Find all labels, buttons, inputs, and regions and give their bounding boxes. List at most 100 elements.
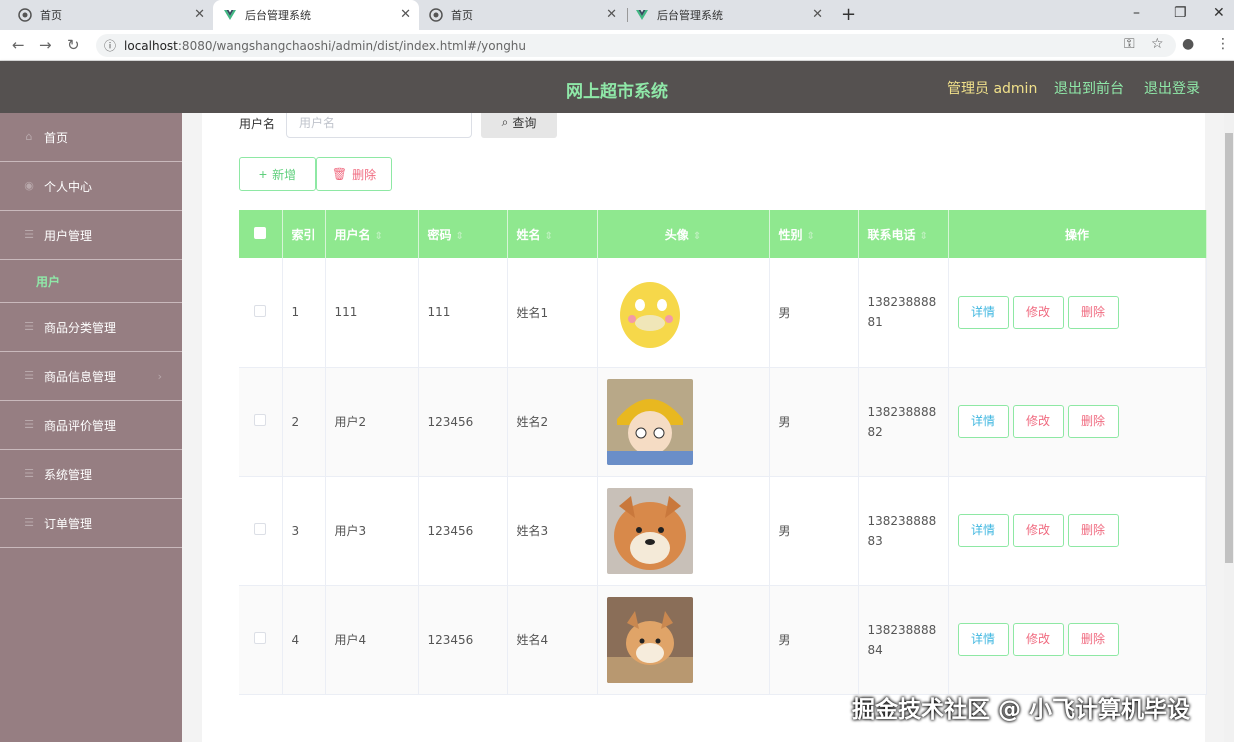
window-close-icon[interactable]: ✕ — [1213, 5, 1225, 21]
close-tab-icon[interactable]: ✕ — [812, 7, 823, 22]
cell-index: 1 — [282, 258, 326, 368]
row-checkbox-cell[interactable] — [239, 367, 283, 477]
browser-tab-1[interactable]: 首页 ✕ — [8, 0, 213, 30]
back-icon[interactable]: ← — [12, 36, 25, 54]
avatar-image — [606, 378, 693, 465]
header-username[interactable]: 用户名 ⇕ — [325, 210, 419, 258]
edit-button[interactable]: 修改 — [1012, 514, 1064, 547]
sort-icon[interactable]: ⇕ — [920, 231, 928, 242]
menu-icon: ☰ — [24, 418, 34, 431]
front-link[interactable]: 退出到前台 — [1054, 78, 1124, 98]
sort-icon[interactable]: ⇕ — [545, 231, 553, 242]
avatar-image — [606, 487, 693, 574]
new-tab-icon[interactable]: + — [841, 4, 856, 25]
row-checkbox[interactable] — [254, 304, 267, 317]
row-checkbox[interactable] — [254, 523, 267, 535]
detail-button[interactable]: 详情 — [957, 405, 1009, 438]
sidebar-item-home[interactable]: ⌂ 首页 — [0, 113, 182, 162]
sidebar-item-order-management[interactable]: ☰ 订单管理 — [0, 499, 182, 548]
reload-icon[interactable]: ↻ — [67, 36, 80, 54]
close-tab-icon[interactable]: ✕ — [606, 7, 617, 22]
restore-icon[interactable]: ❐ — [1174, 5, 1187, 21]
search-button-label: 查询 — [512, 116, 537, 130]
row-delete-button[interactable]: 删除 — [1067, 623, 1119, 656]
add-button[interactable]: + 新增 — [239, 157, 316, 191]
detail-button[interactable]: 详情 — [957, 623, 1009, 656]
browser-tab-2[interactable]: 后台管理系统 ✕ — [213, 0, 419, 30]
edit-button[interactable]: 修改 — [1012, 405, 1064, 438]
more-icon[interactable]: ⋮ — [1216, 36, 1230, 52]
search-icon: ⌕ — [501, 115, 509, 129]
key-icon[interactable]: ⚿ — [1124, 36, 1135, 52]
cell-avatar — [597, 476, 770, 586]
row-delete-button[interactable]: 删除 — [1067, 405, 1119, 438]
browser-tab-label: 首页 — [40, 9, 62, 22]
cell-actions: 详情 修改 删除 — [948, 367, 1207, 477]
detail-button[interactable]: 详情 — [957, 295, 1009, 329]
page-scrollbar[interactable] — [1224, 113, 1234, 742]
cell-gender: 男 — [769, 367, 859, 477]
scrollbar-thumb[interactable] — [1225, 133, 1233, 563]
cell-index: 4 — [282, 585, 326, 695]
header-gender[interactable]: 性别 ⇕ — [769, 210, 859, 258]
close-tab-icon[interactable]: ✕ — [194, 7, 205, 22]
edit-button[interactable]: 修改 — [1012, 623, 1064, 656]
header-password[interactable]: 密码 ⇕ — [418, 210, 508, 258]
cell-username: 111 — [325, 258, 419, 368]
sidebar-item-label: 个人中心 — [44, 179, 93, 194]
sort-icon[interactable]: ⇕ — [693, 231, 701, 242]
select-all-checkbox-cell[interactable] — [239, 210, 283, 258]
row-delete-button[interactable]: 删除 — [1067, 295, 1119, 329]
header-phone[interactable]: 联系电话 ⇕ — [858, 210, 949, 258]
app-title: 网上超市系统 — [566, 82, 668, 102]
sort-icon[interactable]: ⇕ — [375, 231, 383, 242]
browser-tab-4[interactable]: 后台管理系统 ✕ — [625, 0, 831, 30]
sidebar-item-user-management[interactable]: ☰ 用户管理 — [0, 211, 182, 260]
logout-link[interactable]: 退出登录 — [1144, 78, 1200, 98]
info-icon[interactable]: ⓘ — [104, 37, 116, 54]
header-name[interactable]: 姓名 ⇕ — [507, 210, 598, 258]
table-header-row: 索引 用户名 ⇕ 密码 ⇕ 姓名 ⇕ 头像 ⇕ 性别 ⇕ 联系电话 ⇕ 操作 — [239, 210, 1207, 258]
browser-tab-3[interactable]: 首页 ✕ — [419, 0, 625, 30]
url-field[interactable]: ⓘ localhost:8080/wangshangchaoshi/admin/… — [96, 34, 1176, 57]
close-tab-icon[interactable]: ✕ — [400, 7, 411, 22]
table-row: 2 用户2 123456 姓名2 男 13823888882 详情 修改 删除 — [239, 367, 1207, 477]
cell-index: 3 — [282, 476, 326, 586]
row-checkbox-cell[interactable] — [239, 258, 283, 368]
sort-icon[interactable]: ⇕ — [456, 231, 464, 242]
sidebar-item-product-management[interactable]: ☰ 商品信息管理 › — [0, 352, 182, 401]
edit-button[interactable]: 修改 — [1012, 295, 1064, 329]
menu-icon: ☰ — [24, 369, 34, 382]
header-index: 索引 — [282, 210, 326, 258]
sidebar-item-review-management[interactable]: ☰ 商品评价管理 — [0, 401, 182, 450]
select-all-checkbox[interactable] — [254, 226, 267, 239]
add-button-label: 新增 — [272, 167, 297, 182]
sidebar-item-category-management[interactable]: ☰ 商品分类管理 — [0, 303, 182, 352]
header-avatar[interactable]: 头像 ⇕ — [597, 210, 770, 258]
sidebar-item-profile[interactable]: ◉ 个人中心 — [0, 162, 182, 211]
forward-icon[interactable]: → — [39, 36, 52, 54]
cell-index: 2 — [282, 367, 326, 477]
globe-icon — [18, 8, 32, 22]
search-button[interactable]: ⌕ 查询 — [481, 113, 557, 138]
chevron-right-icon: › — [157, 369, 162, 383]
sidebar-item-label: 商品评价管理 — [44, 418, 117, 433]
star-icon[interactable]: ☆ — [1151, 36, 1164, 52]
row-checkbox[interactable] — [254, 414, 267, 426]
minimize-icon[interactable]: – — [1133, 5, 1140, 21]
vue-logo-icon — [635, 8, 649, 22]
sidebar-subitem-user[interactable]: 用户 — [0, 260, 182, 303]
detail-button[interactable]: 详情 — [957, 514, 1009, 547]
profile-icon[interactable]: ● — [1182, 36, 1194, 52]
row-checkbox[interactable] — [254, 632, 267, 644]
row-delete-button[interactable]: 删除 — [1067, 514, 1119, 547]
app-header: 网上超市系统 管理员 admin 退出到前台 退出登录 — [0, 61, 1234, 113]
row-checkbox-cell[interactable] — [239, 476, 283, 586]
vue-logo-icon — [223, 8, 237, 22]
row-checkbox-cell[interactable] — [239, 585, 283, 695]
sidebar-item-system-management[interactable]: ☰ 系统管理 — [0, 450, 182, 499]
sort-icon[interactable]: ⇕ — [807, 231, 815, 242]
user-table: 索引 用户名 ⇕ 密码 ⇕ 姓名 ⇕ 头像 ⇕ 性别 ⇕ 联系电话 ⇕ 操作 1 111 1… — [239, 210, 1207, 695]
search-input[interactable] — [286, 113, 472, 138]
delete-button[interactable]: 🗑 删除 — [316, 157, 392, 191]
